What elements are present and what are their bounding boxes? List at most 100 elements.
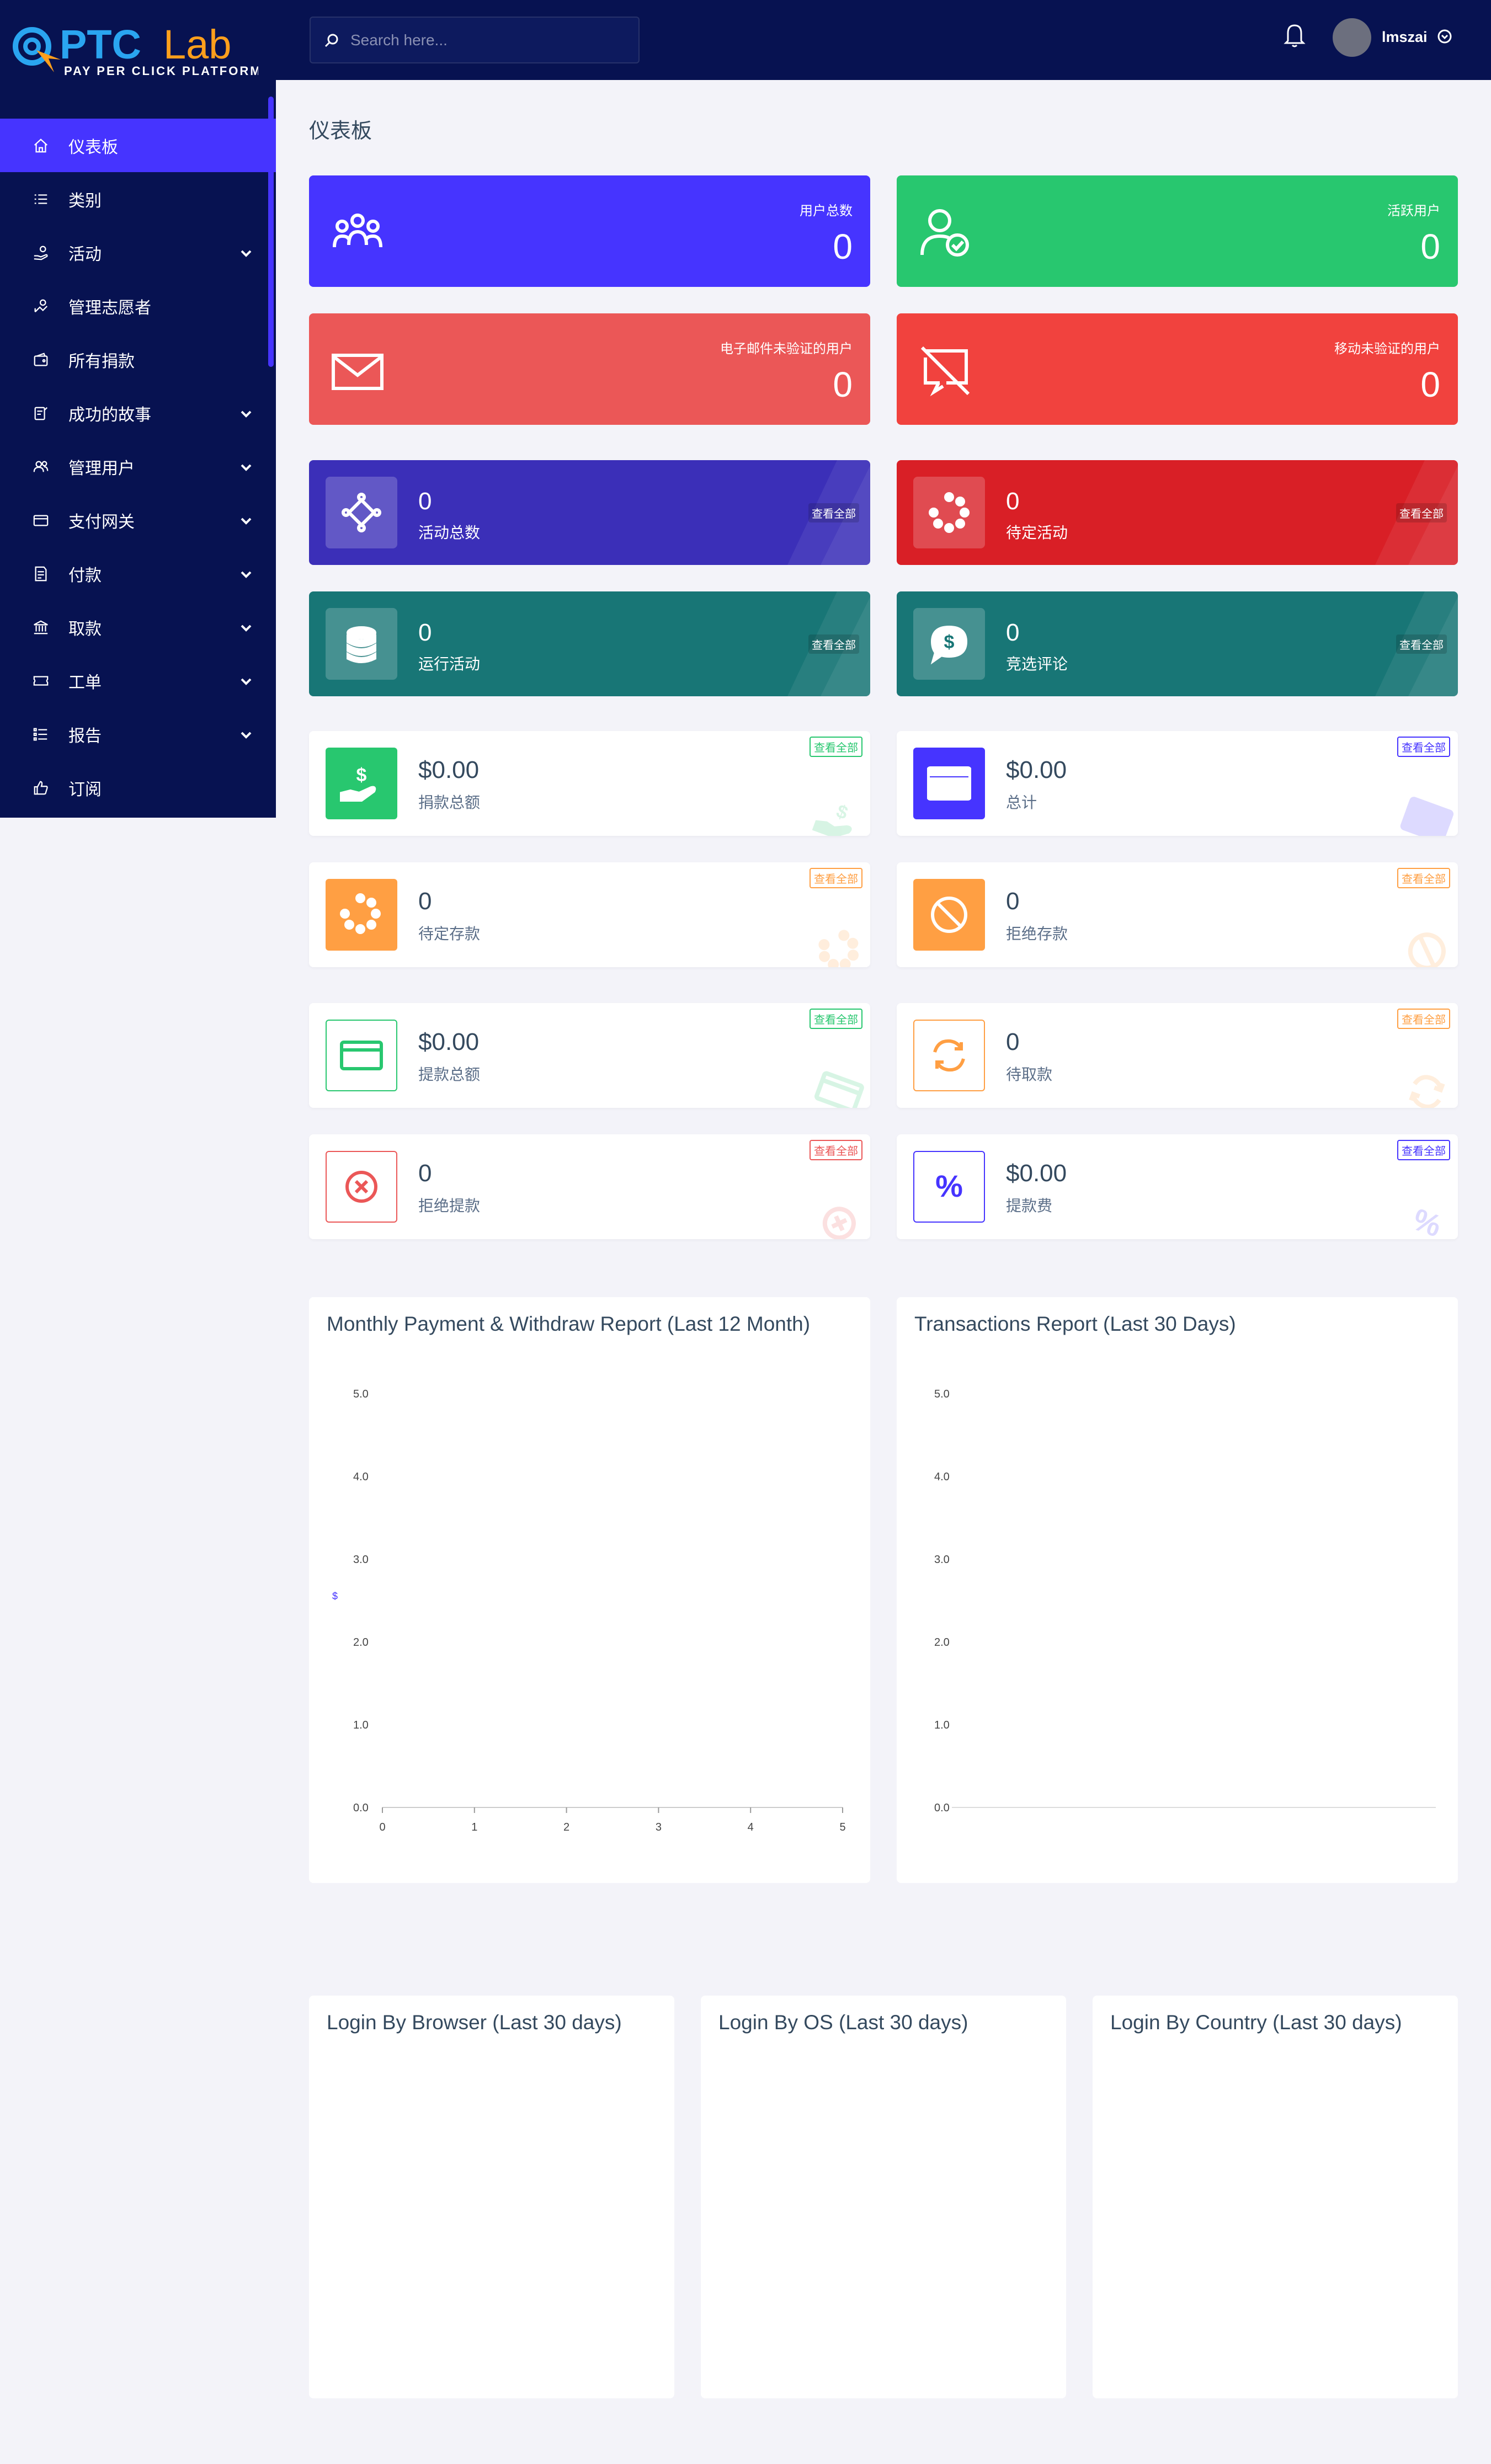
- users-icon: [330, 205, 385, 260]
- login-country-title: Login By Country (Last 30 days): [1110, 2011, 1402, 2034]
- page-title: 仪表板: [309, 120, 372, 143]
- stat-card-1[interactable]: 活跃用户 0: [897, 175, 1458, 287]
- transactions-report-panel: Transactions Report (Last 30 Days) 5.0 4.…: [897, 1297, 1458, 1883]
- summary-label: 待取款: [1006, 1066, 1053, 1083]
- summary-card-0: $ $ $0.00 捐款总额 查看全部: [309, 731, 870, 836]
- y-tick-label: 1.0: [934, 1719, 950, 1731]
- sidebar-item-12[interactable]: 订阅: [0, 761, 276, 814]
- view-all-button[interactable]: 查看全部: [1397, 1140, 1450, 1160]
- login-os-panel: Login By OS (Last 30 days): [701, 1996, 1066, 2398]
- percent-icon-decoration: %: [1392, 1173, 1458, 1239]
- view-all-button[interactable]: 查看全部: [1397, 1009, 1450, 1029]
- ptclab-logo[interactable]: PTC Lab PAY PER CLICK PLATFORM: [10, 20, 260, 81]
- widget-label: 活动总数: [418, 524, 481, 541]
- invoice-icon: [32, 565, 50, 583]
- svg-text:PTC: PTC: [60, 22, 141, 67]
- view-all-button[interactable]: 查看全部: [810, 1009, 862, 1029]
- widget-label: 运行活动: [418, 655, 481, 673]
- chevron-down-icon[interactable]: [239, 620, 253, 633]
- summary-value: 0: [418, 1160, 432, 1187]
- sidebar-item-6[interactable]: 管理用户: [0, 440, 276, 493]
- sidebar-item-4[interactable]: 所有捐款: [0, 333, 276, 386]
- y-tick-label: 5.0: [353, 1388, 369, 1400]
- summary-label: 总计: [1006, 794, 1037, 811]
- view-all-button[interactable]: 查看全部: [810, 737, 862, 757]
- bell-icon[interactable]: [1284, 22, 1306, 47]
- summary-card-1: $0.00 总计 查看全部: [897, 731, 1458, 836]
- card-icon: [32, 511, 50, 529]
- mobile-off-icon: [918, 343, 973, 398]
- sidebar-item-5[interactable]: 成功的故事: [0, 386, 276, 440]
- view-all-button[interactable]: 查看全部: [1397, 868, 1450, 888]
- stat-card-3[interactable]: 移动未验证的用户 0: [897, 313, 1458, 425]
- chevron-down-icon[interactable]: [239, 246, 253, 259]
- summary-label: 提款总额: [418, 1066, 481, 1083]
- sidebar-item-label: 活动: [68, 245, 102, 264]
- envelope-icon: [330, 343, 385, 398]
- chevron-down-icon[interactable]: [239, 460, 253, 473]
- sidebar-item-label: 所有捐款: [68, 352, 135, 371]
- stat-value: 0: [833, 365, 853, 404]
- stat-label: 用户总数: [800, 204, 853, 218]
- chevron-down-icon[interactable]: [239, 567, 253, 580]
- view-all-button[interactable]: 查看全部: [1396, 503, 1447, 522]
- sidebar-item-label: 取款: [68, 620, 102, 638]
- view-all-button[interactable]: 查看全部: [808, 634, 859, 654]
- hand-coin-icon: [32, 244, 50, 262]
- sidebar-item-11[interactable]: 报告: [0, 707, 276, 761]
- y-tick-label: 5.0: [934, 1388, 950, 1400]
- svg-text:$: $: [944, 632, 955, 653]
- sidebar-item-7[interactable]: 支付网关: [0, 493, 276, 547]
- sidebar-item-label: 工单: [68, 673, 102, 692]
- sidebar-item-label: 管理志愿者: [68, 298, 151, 317]
- y-tick-label: 3.0: [353, 1554, 369, 1566]
- sidebar-item-3[interactable]: 管理志愿者: [0, 279, 276, 333]
- summary-label: 捐款总额: [418, 794, 481, 811]
- summary-label: 待定存款: [418, 925, 481, 942]
- chevron-down-icon[interactable]: [239, 406, 253, 419]
- chevron-down-circle-icon[interactable]: [1437, 29, 1452, 44]
- view-all-button[interactable]: 查看全部: [1397, 737, 1450, 757]
- monthly-report-chart: 5.0 4.0 3.0 2.0 1.0 0.0 0 1 2 3 4 5 $: [332, 1388, 846, 1833]
- sidebar-item-label: 管理用户: [68, 459, 135, 478]
- x-tick-label: 2: [563, 1821, 569, 1833]
- search-input[interactable]: [350, 31, 626, 49]
- widget-card-3: $0 竞选评论 查看全部: [897, 591, 1458, 696]
- sidebar-item-label: 订阅: [68, 780, 102, 799]
- dollar-comment-icon: $: [913, 608, 985, 680]
- view-all-button[interactable]: 查看全部: [810, 1140, 862, 1160]
- sidebar-item-9[interactable]: 取款: [0, 600, 276, 654]
- sidebar-item-8[interactable]: 付款: [0, 547, 276, 600]
- sidebar-item-10[interactable]: 工单: [0, 654, 276, 707]
- chevron-down-icon[interactable]: [239, 674, 253, 687]
- sync-icon-decoration: [1392, 1042, 1458, 1108]
- y-tick-label: 4.0: [934, 1471, 950, 1483]
- wallet-card-icon-decoration: [804, 1042, 870, 1108]
- avatar[interactable]: [1333, 18, 1371, 57]
- wallet-card-icon: [326, 1020, 397, 1091]
- sidebar-item-0[interactable]: 仪表板: [0, 119, 276, 172]
- y-tick-label: 3.0: [934, 1554, 950, 1566]
- view-all-button[interactable]: 查看全部: [810, 868, 862, 888]
- view-all-button[interactable]: 查看全部: [808, 503, 859, 522]
- sidebar-item-2[interactable]: 活动: [0, 226, 276, 279]
- login-country-panel: Login By Country (Last 30 days): [1093, 1996, 1458, 2398]
- home-icon: [32, 137, 50, 154]
- times-circle-icon-decoration: [804, 1173, 870, 1239]
- chevron-down-icon[interactable]: [239, 513, 253, 526]
- view-all-button[interactable]: 查看全部: [1396, 634, 1447, 654]
- y-tick-label: 1.0: [353, 1719, 369, 1731]
- stat-card-2[interactable]: 电子邮件未验证的用户 0: [309, 313, 870, 425]
- stat-label: 电子邮件未验证的用户: [720, 342, 853, 356]
- widget-value: 0: [418, 619, 432, 646]
- stat-value: 0: [833, 227, 853, 266]
- summary-value: $0.00: [1006, 756, 1067, 783]
- hand-dollar-icon-decoration: $: [804, 770, 870, 836]
- search-box[interactable]: [310, 17, 640, 63]
- stat-card-0[interactable]: 用户总数 0: [309, 175, 870, 287]
- widget-card-2: 0 运行活动 查看全部: [309, 591, 870, 696]
- username[interactable]: lmszai: [1382, 29, 1428, 46]
- sidebar-item-1[interactable]: 类别: [0, 172, 276, 226]
- credit-card-icon: [913, 748, 985, 819]
- chevron-down-icon[interactable]: [239, 727, 253, 740]
